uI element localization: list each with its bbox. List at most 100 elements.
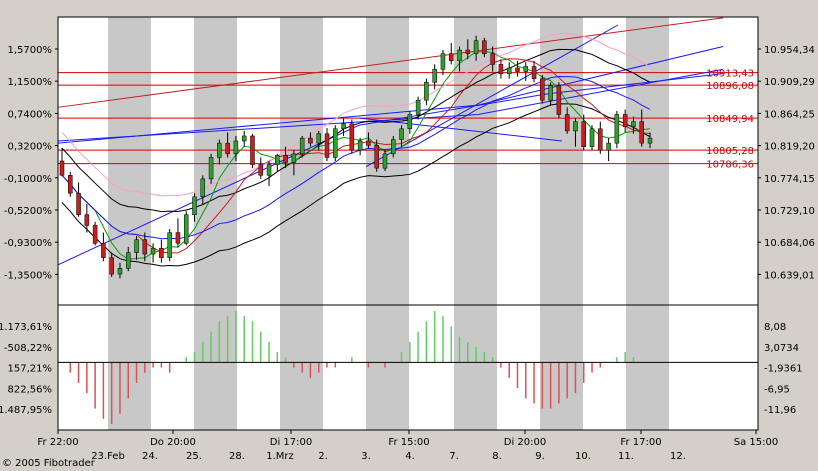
candle-body xyxy=(324,133,330,158)
left-tick-label: 1,1500% xyxy=(8,77,53,88)
candle-body xyxy=(126,252,131,269)
level-label: 10896,08 xyxy=(706,81,754,92)
candle-body xyxy=(647,137,653,144)
indicator-left-tick-label: 157,21% xyxy=(8,364,53,375)
candle-body xyxy=(473,40,479,54)
candle-body xyxy=(391,139,396,155)
level-labels: 10913,4310896,08 10849,94 10805,28 10786,36 xyxy=(706,69,754,171)
candle-body xyxy=(250,135,255,165)
x-bottom-label: 7. xyxy=(449,451,459,462)
candle-body xyxy=(134,239,139,253)
candle-body xyxy=(490,53,495,65)
candle-body xyxy=(366,140,371,146)
candle-body xyxy=(142,239,148,255)
x-bottom-label: 11. xyxy=(618,451,634,462)
x-bottom-label: 9. xyxy=(535,451,545,462)
candle-body xyxy=(573,121,578,132)
x-bottom-label: 2. xyxy=(318,451,328,462)
candle-body xyxy=(59,160,65,176)
candle-body xyxy=(622,114,628,127)
candle-body xyxy=(92,225,98,244)
candle-body xyxy=(424,82,429,101)
x-top-label: Fr 15:00 xyxy=(388,437,429,448)
x-bottom-label: 10. xyxy=(575,451,591,462)
right-tick-labels: 10.954,34 10.909,29 10.864,25 10.819,20 10.7… xyxy=(758,45,815,416)
candle-body xyxy=(275,155,280,165)
candle-body xyxy=(333,128,338,158)
candle-body xyxy=(183,214,189,244)
candle-body xyxy=(598,128,603,151)
candle-body xyxy=(150,248,156,255)
candle-body xyxy=(308,137,313,144)
level-label: 10786,36 xyxy=(706,160,754,171)
candle-body xyxy=(581,121,586,147)
x-bottom-label: 3. xyxy=(361,451,371,462)
x-top-label: Do 20:00 xyxy=(150,437,196,448)
x-top-label: Di 17:00 xyxy=(270,437,312,448)
right-tick-label: 10.909,29 xyxy=(764,77,815,88)
candle-body xyxy=(241,135,247,142)
candle-body xyxy=(465,49,471,54)
candle-body xyxy=(548,85,553,101)
right-tick-label: 10.954,34 xyxy=(764,45,815,56)
candle-body xyxy=(283,155,288,163)
x-bottom-label: 24. xyxy=(142,451,158,462)
candle-body xyxy=(217,142,222,158)
left-tick-label: -1,3500% xyxy=(4,270,52,281)
candle-body xyxy=(606,142,611,151)
left-tick-label: 0,7400% xyxy=(8,109,53,120)
x-top-label: Fr 17:00 xyxy=(620,437,661,448)
left-tick-label: 0,3200% xyxy=(8,142,53,153)
candle-body xyxy=(382,153,388,169)
candle-body xyxy=(84,214,90,226)
chart-window: 1,5700% 1,1500% 0,7400% 0,3200% -0,1000% -0,5… xyxy=(0,0,818,471)
candle-body xyxy=(175,232,181,244)
candle-body xyxy=(316,133,321,144)
x-top-label: Fr 22:00 xyxy=(37,437,78,448)
indicator-left-tick-label: 1.487,95% xyxy=(0,405,52,416)
candle-body xyxy=(556,85,562,115)
session-stripe xyxy=(454,17,497,430)
candle-body xyxy=(639,121,644,144)
left-tick-label: -0,5200% xyxy=(4,206,52,217)
price-chart: 1,5700% 1,1500% 0,7400% 0,3200% -0,1000% -0,5… xyxy=(0,16,815,462)
indicator-right-tick-label: -11,96 xyxy=(764,405,796,416)
candle-body xyxy=(506,67,512,74)
candle-body xyxy=(515,67,520,72)
candle-body xyxy=(407,114,413,130)
x-bottom-label: 25. xyxy=(186,451,202,462)
right-tick-label: 10.774,15 xyxy=(764,174,815,185)
candle-body xyxy=(523,66,529,72)
session-stripe xyxy=(366,17,409,430)
x-bottom-label: 8. xyxy=(492,451,502,462)
left-tick-labels: 1,5700% 1,1500% 0,7400% 0,3200% -0,1000% -0,5… xyxy=(0,45,58,416)
candle-body xyxy=(117,268,123,275)
candle-body xyxy=(76,192,81,215)
candle-body xyxy=(374,145,379,169)
candle-body xyxy=(258,164,264,176)
candle-body xyxy=(225,142,230,155)
candle-body xyxy=(440,53,446,70)
candle-body xyxy=(291,153,297,163)
indicator-left-tick-label: 822,56% xyxy=(8,384,53,395)
candle-body xyxy=(266,164,272,176)
left-tick-label: 1,5700% xyxy=(8,45,53,56)
x-bottom-label: 1.Mrz xyxy=(266,451,294,462)
x-bottom-label: 23.Feb xyxy=(91,451,125,462)
x-axis-labels: Fr 22:00 Do 20:00 Di 17:00 Fr 15:00 Di 20:00… xyxy=(37,430,778,462)
candle-body xyxy=(101,243,106,258)
indicator-right-tick-label: 3,0734 xyxy=(764,343,799,354)
candle-body xyxy=(432,69,437,83)
right-tick-label: 10.864,25 xyxy=(764,109,815,120)
x-bottom-label: 12. xyxy=(670,451,686,462)
candle-body xyxy=(233,140,239,155)
indicator-right-tick-label: -6,95 xyxy=(764,384,790,395)
candle-body xyxy=(498,64,504,74)
candle-body xyxy=(200,178,206,198)
copyright-text: © 2005 Fibotrader xyxy=(2,458,95,469)
level-label: 10849,94 xyxy=(706,114,754,125)
left-tick-label: -0,9300% xyxy=(4,238,52,249)
session-stripe xyxy=(194,17,237,430)
level-label: 10913,43 xyxy=(706,69,754,80)
x-top-label: Di 20:00 xyxy=(504,437,546,448)
